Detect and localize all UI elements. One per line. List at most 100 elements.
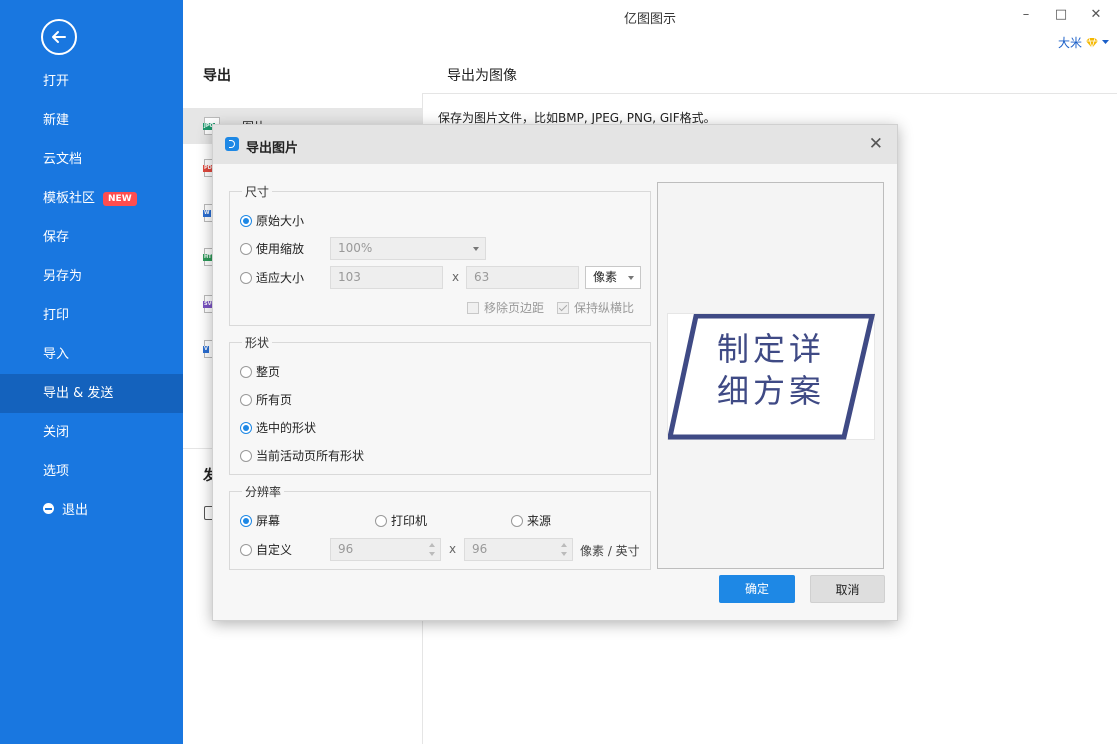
radio-icon xyxy=(240,214,252,227)
preview-text-line: 制定详 xyxy=(716,330,825,368)
right-divider xyxy=(423,93,1117,94)
sidebar-item-print[interactable]: 打印 xyxy=(0,296,183,335)
radio-fit-size[interactable]: 适应大小 xyxy=(240,269,304,286)
remove-margin-checkbox[interactable]: 移除页边距 xyxy=(467,299,544,316)
radio-label: 屏幕 xyxy=(256,514,281,528)
shape-legend: 形状 xyxy=(242,334,273,351)
sidebar: 打开 新建 云文档 模板社区 NEW 保存 另存为 打印 导入 导出 & 发送 关… xyxy=(0,0,183,744)
vip-gem-icon xyxy=(1086,37,1098,49)
user-menu[interactable]: 大米 xyxy=(1058,34,1109,51)
sidebar-item-exit[interactable]: 退出 xyxy=(0,491,183,530)
radio-selected-shapes[interactable]: 选中的形状 xyxy=(240,419,316,436)
radio-icon xyxy=(240,543,252,556)
sidebar-item-label: 打印 xyxy=(43,308,70,323)
times-label: x xyxy=(449,542,457,556)
dpi-y-input[interactable]: 96 xyxy=(464,538,573,561)
chevron-down-icon xyxy=(1102,40,1109,44)
radio-icon xyxy=(240,421,252,434)
dpi-unit-label: 像素 / 英寸 xyxy=(580,544,640,558)
radio-icon xyxy=(240,449,252,462)
close-window-icon[interactable]: ✕ xyxy=(1081,4,1111,26)
shape-group: 形状 整页 所有页 选中的形状 当前活动页所有形状 xyxy=(229,334,651,475)
times-label: x xyxy=(452,270,460,284)
resolution-group: 分辨率 屏幕 打印机 来源 自定义 96 x 96 像素 / 英寸 xyxy=(229,483,651,570)
radio-source[interactable]: 来源 xyxy=(511,512,551,529)
cancel-button[interactable]: 取消 xyxy=(810,575,885,603)
sidebar-item-close[interactable]: 关闭 xyxy=(0,413,183,452)
unit-value: 像素 xyxy=(593,270,618,284)
minimize-icon[interactable]: – xyxy=(1011,4,1041,26)
format-tag: V xyxy=(203,346,209,353)
dpi-y-value: 96 xyxy=(472,542,488,556)
sidebar-item-template-community[interactable]: 模板社区 NEW xyxy=(0,179,183,218)
checkbox-icon xyxy=(557,301,569,314)
chevron-down-icon xyxy=(473,247,479,251)
radio-icon xyxy=(240,365,252,378)
size-group: 尺寸 原始大小 使用缩放 100% 适应大小 103 x 63 像素 移除页边距… xyxy=(229,183,651,326)
radio-label: 所有页 xyxy=(256,393,293,407)
radio-use-scale[interactable]: 使用缩放 xyxy=(240,240,304,257)
radio-icon xyxy=(240,393,252,406)
ok-button[interactable]: 确定 xyxy=(719,575,795,603)
sidebar-item-open[interactable]: 打开 xyxy=(0,62,183,101)
radio-label: 使用缩放 xyxy=(256,242,305,256)
height-input[interactable]: 63 xyxy=(466,266,579,289)
radio-original-size[interactable]: 原始大小 xyxy=(240,212,304,229)
sidebar-item-export-send[interactable]: 导出 & 发送 xyxy=(0,374,183,413)
app-title: 亿图图示 xyxy=(623,12,676,27)
checkbox-icon xyxy=(467,301,479,314)
size-legend: 尺寸 xyxy=(242,183,273,200)
format-tag: W xyxy=(203,210,211,217)
dialog-title: 导出图片 xyxy=(246,141,299,156)
radio-icon xyxy=(511,514,523,527)
sidebar-item-save[interactable]: 保存 xyxy=(0,218,183,257)
scale-select[interactable]: 100% xyxy=(330,237,486,260)
radio-label: 选中的形状 xyxy=(256,421,317,435)
sidebar-item-label: 关闭 xyxy=(43,425,70,440)
sidebar-item-new[interactable]: 新建 xyxy=(0,101,183,140)
export-image-title: 导出为图像 xyxy=(447,68,517,84)
radio-custom[interactable]: 自定义 xyxy=(240,541,292,558)
size-unit-select[interactable]: 像素 xyxy=(585,266,641,289)
sidebar-nav: 打开 新建 云文档 模板社区 NEW 保存 另存为 打印 导入 导出 & 发送 关… xyxy=(0,62,183,530)
spinner-icon[interactable] xyxy=(428,541,436,558)
dpi-x-value: 96 xyxy=(338,542,354,556)
resolution-legend: 分辨率 xyxy=(242,483,285,500)
keep-ratio-checkbox[interactable]: 保持纵横比 xyxy=(557,299,634,316)
radio-printer[interactable]: 打印机 xyxy=(375,512,427,529)
radio-label: 原始大小 xyxy=(256,214,305,228)
sidebar-item-label: 另存为 xyxy=(43,269,83,284)
user-name: 大米 xyxy=(1057,36,1082,50)
radio-icon xyxy=(240,242,252,255)
radio-label: 来源 xyxy=(527,514,552,528)
radio-all-pages[interactable]: 所有页 xyxy=(240,391,292,408)
radio-label: 当前活动页所有形状 xyxy=(256,449,365,463)
sidebar-item-label: 模板社区 xyxy=(43,191,96,206)
width-input[interactable]: 103 xyxy=(330,266,443,289)
radio-screen[interactable]: 屏幕 xyxy=(240,512,280,529)
maximize-icon[interactable]: □ xyxy=(1046,4,1076,26)
spinner-icon[interactable] xyxy=(560,541,568,558)
sidebar-item-label: 导入 xyxy=(43,347,70,362)
sidebar-item-label: 导出 & 发送 xyxy=(43,386,114,401)
radio-icon xyxy=(375,514,387,527)
radio-whole-page[interactable]: 整页 xyxy=(240,363,280,380)
checkbox-label: 保持纵横比 xyxy=(574,301,635,315)
sidebar-item-label: 保存 xyxy=(43,230,70,245)
back-arrow-icon[interactable] xyxy=(41,19,77,55)
sidebar-item-save-as[interactable]: 另存为 xyxy=(0,257,183,296)
close-icon[interactable]: ✕ xyxy=(869,135,883,153)
radio-label: 打印机 xyxy=(391,514,428,528)
sidebar-item-options[interactable]: 选项 xyxy=(0,452,183,491)
sidebar-item-import[interactable]: 导入 xyxy=(0,335,183,374)
preview-text: 制定详 细方案 xyxy=(668,328,874,412)
title-bar: 亿图图示 – □ ✕ xyxy=(183,0,1117,32)
export-image-dialog: 导出图片 ✕ 尺寸 原始大小 使用缩放 100% 适应大小 103 x 63 像… xyxy=(212,124,898,621)
dpi-x-input[interactable]: 96 xyxy=(330,538,441,561)
new-badge: NEW xyxy=(103,191,137,206)
sidebar-item-cloud[interactable]: 云文档 xyxy=(0,140,183,179)
preview-text-line: 细方案 xyxy=(716,372,825,410)
radio-current-page-shapes[interactable]: 当前活动页所有形状 xyxy=(240,447,364,464)
sidebar-item-label: 新建 xyxy=(43,113,70,128)
chevron-down-icon xyxy=(628,276,634,280)
